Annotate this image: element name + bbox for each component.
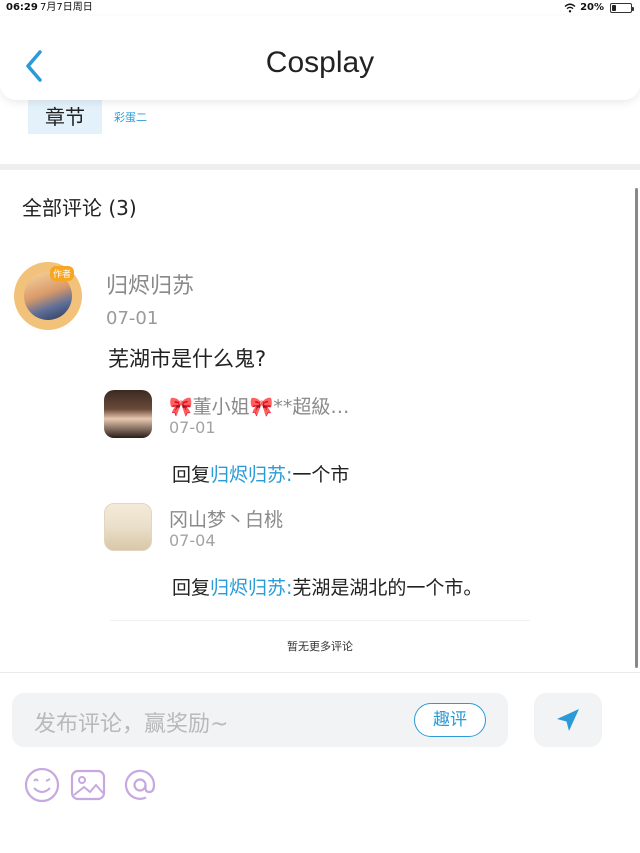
no-more-comments: 暂无更多评论 bbox=[287, 640, 353, 653]
reply-avatar[interactable] bbox=[104, 503, 152, 551]
reply-prefix: 回复 bbox=[172, 464, 211, 486]
reply-avatar[interactable] bbox=[104, 390, 152, 438]
image-icon[interactable] bbox=[68, 765, 108, 805]
battery-icon bbox=[610, 3, 634, 13]
reply-target-link[interactable]: 归烬归苏: bbox=[210, 464, 292, 486]
status-time: 06:29 bbox=[6, 2, 38, 13]
battery-percent: 20% bbox=[580, 2, 604, 13]
reply-text[interactable]: 回复归烬归苏:芜湖是湖北的一个市。 bbox=[172, 573, 482, 600]
send-button[interactable] bbox=[534, 693, 602, 747]
comments-header: 全部评论 (3) bbox=[22, 196, 137, 220]
nav-bar: Cosplay bbox=[0, 16, 640, 100]
comments-area: 全部评论 (3) 作者 归烬归苏 07-01 芜湖市是什么鬼? 🎀董小姐🎀**超… bbox=[0, 170, 640, 672]
reply-body: 芜湖是湖北的一个市。 bbox=[292, 577, 483, 599]
at-icon[interactable] bbox=[120, 765, 160, 805]
reply-author[interactable]: 冈山梦丶白桃 bbox=[169, 505, 283, 532]
input-area: 发布评论，赢奖励~ 趣评 bbox=[0, 672, 640, 853]
reply-body: 一个市 bbox=[292, 464, 350, 486]
comment-placeholder: 发布评论，赢奖励~ bbox=[34, 712, 229, 737]
list-divider bbox=[110, 620, 530, 621]
comment-text[interactable]: 芜湖市是什么鬼? bbox=[108, 343, 266, 373]
reply-text[interactable]: 回复归烬归苏:一个市 bbox=[172, 460, 349, 487]
status-right: 20% bbox=[564, 0, 634, 16]
emoji-icon[interactable] bbox=[22, 765, 62, 805]
reply-target-link[interactable]: 归烬归苏: bbox=[210, 577, 292, 599]
reply-date: 07-04 bbox=[169, 531, 216, 550]
author-badge: 作者 bbox=[50, 266, 75, 281]
reply-prefix: 回复 bbox=[172, 577, 211, 599]
battery-fill bbox=[612, 5, 616, 11]
comment-author[interactable]: 归烬归苏 bbox=[106, 268, 194, 300]
status-bar: 06:29 7月7日周日 20% bbox=[0, 0, 640, 16]
reply-author[interactable]: 🎀董小姐🎀**超級… bbox=[169, 392, 349, 419]
quping-button[interactable]: 趣评 bbox=[414, 703, 486, 737]
reply-date: 07-01 bbox=[169, 418, 216, 437]
send-icon bbox=[557, 709, 579, 731]
comment-input[interactable]: 发布评论，赢奖励~ 趣评 bbox=[12, 693, 508, 747]
scrollbar[interactable] bbox=[635, 188, 638, 668]
chapter-tab[interactable]: 章节 bbox=[28, 100, 102, 134]
comment-date: 07-01 bbox=[106, 308, 159, 329]
chapter-link[interactable]: 彩蛋二 bbox=[114, 109, 147, 125]
page-title: Cosplay bbox=[265, 46, 375, 79]
chapter-section: 章节 彩蛋二 bbox=[0, 100, 640, 164]
status-date: 7月7日周日 bbox=[40, 2, 93, 13]
wifi-icon bbox=[564, 3, 576, 13]
